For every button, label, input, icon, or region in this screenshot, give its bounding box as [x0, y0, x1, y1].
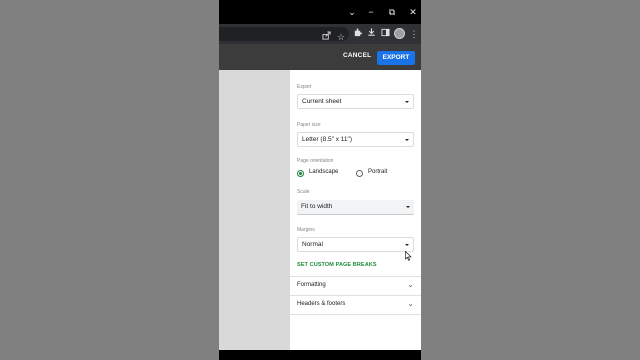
scale-value: Fit to width: [301, 203, 333, 210]
sidebar-icon[interactable]: [379, 27, 391, 41]
print-preview-area: [219, 70, 290, 350]
dialog-header: CANCEL EXPORT: [219, 44, 421, 70]
bottom-bar: [219, 350, 421, 360]
portrait-label[interactable]: Portrait: [368, 169, 387, 175]
scale-label: Scale: [297, 189, 310, 195]
print-settings-panel: Export Current sheet Paper size Letter (…: [290, 70, 421, 350]
minimize-icon[interactable]: −: [365, 6, 377, 18]
paper-size-value: Letter (8.5" x 11"): [302, 136, 353, 143]
set-custom-page-breaks-link[interactable]: SET CUSTOM PAGE BREAKS: [297, 262, 377, 268]
chevron-down-icon: ⌄: [407, 280, 414, 289]
landscape-radio[interactable]: [297, 170, 304, 177]
dropdown-arrow-icon: [405, 244, 409, 246]
address-bar[interactable]: ☆: [219, 27, 349, 44]
dropdown-arrow-icon: [405, 101, 409, 103]
export-label: Export: [297, 84, 312, 90]
share-icon[interactable]: [320, 30, 332, 44]
menu-icon[interactable]: ⋮: [408, 27, 420, 41]
scale-select[interactable]: Fit to width: [297, 200, 414, 215]
extensions-icon[interactable]: [351, 27, 363, 41]
chevron-down-icon: ⌄: [407, 299, 414, 308]
dropdown-arrow-icon: [405, 139, 409, 141]
download-icon[interactable]: [365, 27, 377, 41]
export-select[interactable]: Current sheet: [297, 94, 414, 109]
margins-value: Normal: [302, 241, 323, 248]
avatar[interactable]: [394, 28, 405, 39]
tab-search-chevron-icon[interactable]: ⌄: [346, 6, 358, 18]
dropdown-arrow-icon: [406, 206, 410, 208]
headers-footers-section[interactable]: Headers & footers ⌄: [290, 296, 421, 314]
landscape-label[interactable]: Landscape: [309, 169, 338, 175]
close-icon[interactable]: ✕: [407, 6, 419, 18]
paper-size-label: Paper size: [297, 122, 321, 128]
export-value: Current sheet: [302, 98, 342, 105]
formatting-section[interactable]: Formatting ⌄: [290, 277, 421, 295]
browser-toolbar: ☆ ⋮: [219, 24, 421, 44]
export-button[interactable]: EXPORT: [377, 51, 415, 65]
cancel-button[interactable]: CANCEL: [343, 52, 371, 59]
headers-footers-title: Headers & footers: [297, 301, 346, 307]
orientation-label: Page orientation: [297, 158, 334, 164]
formatting-title: Formatting: [297, 282, 326, 288]
paper-size-select[interactable]: Letter (8.5" x 11"): [297, 132, 414, 147]
star-icon[interactable]: ☆: [335, 30, 347, 44]
margins-label: Margins: [297, 227, 315, 233]
browser-window: ⌄ − ⧉ ✕ ☆ ⋮ CANCEL EXPORT Export Current: [219, 0, 421, 360]
margins-select[interactable]: Normal: [297, 237, 414, 252]
divider: [290, 314, 421, 315]
mouse-cursor-icon: [405, 251, 412, 261]
restore-icon[interactable]: ⧉: [386, 6, 398, 18]
title-bar: ⌄ − ⧉ ✕: [219, 0, 421, 24]
portrait-radio[interactable]: [356, 170, 363, 177]
